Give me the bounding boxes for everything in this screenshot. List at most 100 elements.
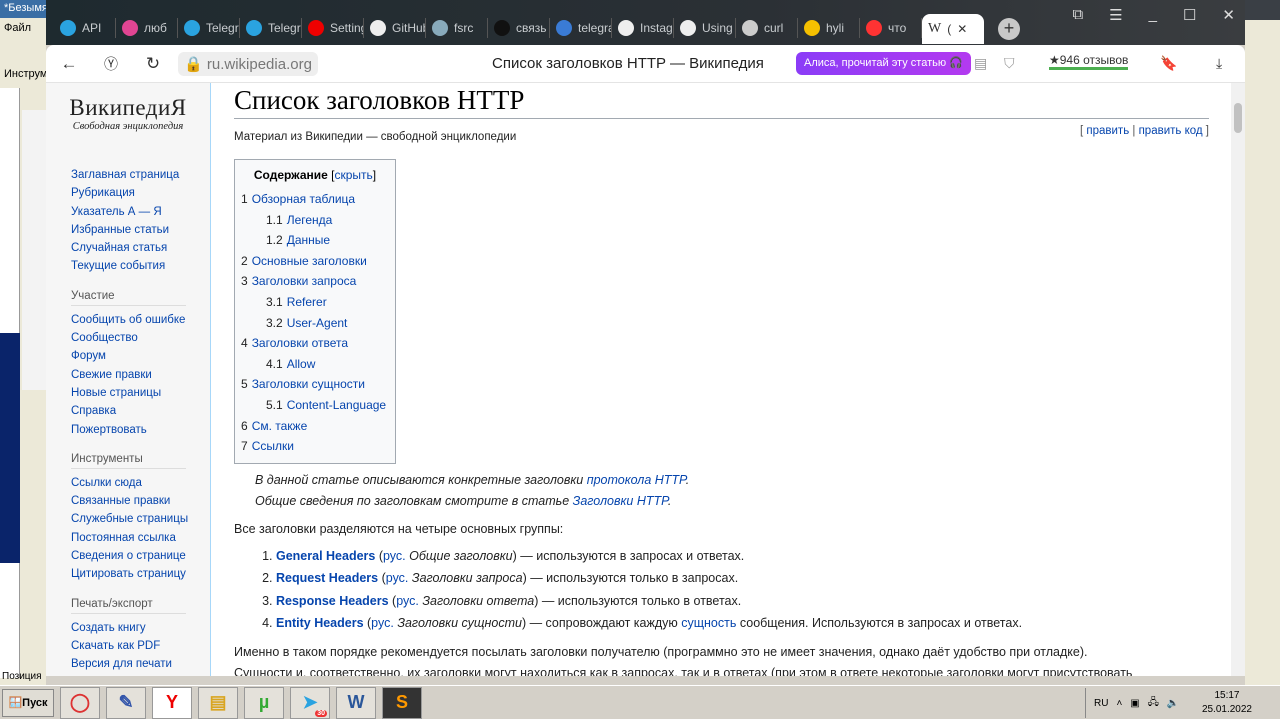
- entity-link[interactable]: сущность: [681, 616, 736, 630]
- toc-link[interactable]: Ссылки: [252, 439, 294, 453]
- toc-link[interactable]: User-Agent: [287, 316, 348, 330]
- sidebar-link[interactable]: Пожертвовать: [46, 421, 210, 439]
- clock[interactable]: 15:17 25.01.2022: [1202, 689, 1252, 717]
- maximize-button[interactable]: ☐: [1183, 6, 1196, 24]
- minimize-button[interactable]: _: [1149, 6, 1157, 24]
- active-tab[interactable]: W (✕: [922, 14, 984, 44]
- toc-link[interactable]: Заголовки ответа: [252, 336, 348, 350]
- browser-tab[interactable]: люб: [116, 18, 178, 38]
- http-protocol-link[interactable]: протокола HTTP: [587, 473, 686, 487]
- start-button[interactable]: 🪟 Пуск: [2, 688, 54, 717]
- sidebar-link[interactable]: Избранные статьи: [46, 221, 210, 239]
- toc-link[interactable]: Данные: [287, 233, 330, 247]
- volume-icon[interactable]: 🔈: [1167, 698, 1179, 709]
- close-button[interactable]: ✕: [1222, 6, 1235, 24]
- reader-icon[interactable]: ▤: [974, 55, 987, 72]
- sidebar-link[interactable]: Сообщество: [46, 329, 210, 347]
- wikipedia-logo[interactable]: ВикипедиЯ Свободная энциклопедия: [46, 95, 210, 132]
- url-field[interactable]: 🔒 ru.wikipedia.org: [178, 51, 318, 76]
- taskbar-opera[interactable]: ◯: [60, 686, 100, 719]
- browser-tab[interactable]: Telegram: [240, 18, 302, 38]
- menu-icon[interactable]: ☰: [1109, 6, 1122, 24]
- sidebar-link[interactable]: Сведения о странице: [46, 547, 210, 565]
- toc-link[interactable]: Allow: [287, 357, 316, 371]
- back-icon[interactable]: ←: [54, 54, 84, 74]
- http-headers-link[interactable]: Заголовки HTTP: [573, 494, 668, 508]
- browser-tab[interactable]: связь: [488, 18, 550, 38]
- sidebar-link[interactable]: Версия для печати: [46, 655, 210, 673]
- browser-tab[interactable]: fsrc: [426, 18, 488, 38]
- sidebar-link[interactable]: Случайная статья: [46, 239, 210, 257]
- paint-toolbox[interactable]: [22, 110, 46, 390]
- russian-abbr-link[interactable]: рус.: [371, 616, 394, 630]
- sidebar-link[interactable]: Постоянная ссылка: [46, 529, 210, 547]
- browser-tab[interactable]: Using: [674, 18, 736, 38]
- browser-tab[interactable]: GitHub: [364, 18, 426, 38]
- taskbar-word[interactable]: W: [336, 686, 376, 719]
- sidebar-link[interactable]: Заглавная страница: [46, 166, 210, 184]
- language-indicator[interactable]: RU: [1094, 698, 1108, 709]
- toc-link[interactable]: Заголовки запроса: [252, 274, 357, 288]
- browser-tab[interactable]: Instagram: [612, 18, 674, 38]
- russian-abbr-link[interactable]: рус.: [396, 594, 419, 608]
- tray-app-icon[interactable]: ▣: [1130, 698, 1139, 709]
- header-group-link[interactable]: General Headers: [276, 549, 375, 563]
- taskbar-yandex[interactable]: Y: [152, 686, 192, 719]
- sidebar-link[interactable]: Служебные страницы: [46, 510, 210, 528]
- bookmark-icon[interactable]: 🔖: [1160, 55, 1177, 72]
- new-tab-button[interactable]: +: [998, 18, 1020, 40]
- download-icon[interactable]: ⤓: [1216, 55, 1222, 72]
- protect-icon[interactable]: ⛉: [1004, 55, 1015, 72]
- toc-link[interactable]: Обзорная таблица: [252, 192, 355, 206]
- reviews-link[interactable]: ★946 отзывов: [1049, 53, 1129, 70]
- toc-link[interactable]: Content-Language: [287, 398, 386, 412]
- header-group-link[interactable]: Entity Headers: [276, 616, 364, 630]
- toc-link[interactable]: См. также: [252, 419, 308, 433]
- browser-tab[interactable]: что: [860, 18, 922, 38]
- scrollbar[interactable]: [1231, 83, 1245, 676]
- toc-link[interactable]: Заголовки сущности: [252, 377, 365, 391]
- edit-code-link[interactable]: править код: [1139, 125, 1203, 137]
- sidebar-link[interactable]: Создать книгу: [46, 619, 210, 637]
- browser-tab[interactable]: curl: [736, 18, 798, 38]
- toc-hide-link[interactable]: скрыть: [334, 168, 372, 182]
- browser-tab[interactable]: Settings: [302, 18, 364, 38]
- toc-link[interactable]: Основные заголовки: [252, 254, 367, 268]
- toc-link[interactable]: Referer: [287, 295, 327, 309]
- taskbar-explorer[interactable]: ▤: [198, 686, 238, 719]
- sidebar-link[interactable]: Скачать как PDF: [46, 637, 210, 655]
- toc-link[interactable]: Легенда: [287, 213, 333, 227]
- taskbar-telegram[interactable]: ➤ 30: [290, 686, 330, 719]
- browser-tab[interactable]: Telegram: [178, 18, 240, 38]
- taskbar-utorrent[interactable]: µ: [244, 686, 284, 719]
- russian-abbr-link[interactable]: рус.: [386, 571, 409, 585]
- header-group-link[interactable]: Request Headers: [276, 571, 378, 585]
- edit-link[interactable]: править: [1086, 125, 1129, 137]
- tab-close-icon[interactable]: ✕: [957, 22, 967, 36]
- sidebar-link[interactable]: Текущие события: [46, 257, 210, 275]
- network-icon[interactable]: 🖧: [1148, 695, 1159, 712]
- sidebar-link[interactable]: Связанные правки: [46, 492, 210, 510]
- alice-read-button[interactable]: Алиса, прочитай эту статью 🎧: [796, 52, 971, 75]
- sidebar-link[interactable]: Указатель А — Я: [46, 203, 210, 221]
- bookmarks-panel-icon[interactable]: ⧉: [1072, 6, 1083, 24]
- sidebar-link[interactable]: Справка: [46, 402, 210, 420]
- sidebar-link[interactable]: Форум: [46, 347, 210, 365]
- paint-menu-file[interactable]: Файл: [0, 18, 46, 38]
- sidebar-link[interactable]: Сообщить об ошибке: [46, 311, 210, 329]
- sidebar-link[interactable]: Новые страницы: [46, 384, 210, 402]
- yandex-icon[interactable]: Ⓨ: [96, 54, 126, 74]
- browser-tab[interactable]: telegram: [550, 18, 612, 38]
- russian-abbr-link[interactable]: рус.: [383, 549, 406, 563]
- browser-tab[interactable]: API: [54, 18, 116, 38]
- sidebar-link[interactable]: Ссылки сюда: [46, 474, 210, 492]
- sidebar-link[interactable]: Рубрикация: [46, 184, 210, 202]
- browser-tab[interactable]: hyli: [798, 18, 860, 38]
- header-group-link[interactable]: Response Headers: [276, 594, 389, 608]
- reload-icon[interactable]: ↻: [138, 54, 168, 74]
- tray-expand-icon[interactable]: ˄: [1116, 698, 1122, 709]
- taskbar-sublime[interactable]: S: [382, 686, 422, 719]
- taskbar-paint[interactable]: ✎: [106, 686, 146, 719]
- sidebar-link[interactable]: Цитировать страницу: [46, 565, 210, 583]
- sidebar-link[interactable]: Свежие правки: [46, 366, 210, 384]
